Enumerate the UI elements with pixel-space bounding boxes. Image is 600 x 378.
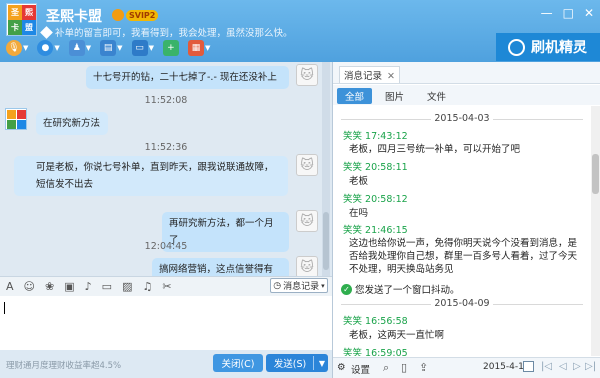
- chevron-down-icon: ▾: [321, 281, 325, 290]
- super-emoji-icon[interactable]: ❀: [45, 280, 54, 293]
- tab-message-record[interactable]: 消息记录 ✕: [339, 66, 400, 83]
- history-sender[interactable]: 笑笑 16:59:05: [343, 345, 408, 356]
- history-message: 在吗: [349, 208, 369, 219]
- calendar-icon[interactable]: [523, 361, 534, 372]
- folder-icon: ▤: [100, 40, 117, 56]
- filter-files[interactable]: 文件: [419, 88, 454, 104]
- message-input[interactable]: [0, 296, 332, 350]
- brand-logo-icon: [508, 38, 525, 56]
- monitor-icon: ▭: [131, 40, 148, 56]
- history-scrollbar[interactable]: [591, 106, 600, 356]
- group-avatar[interactable]: 圣 熙 卡 盟: [6, 3, 37, 36]
- brand-banner[interactable]: 刷机精灵: [496, 33, 600, 61]
- history-list: 2015-04-03 笑笑 17:43:12 老板，四月三号统一补单，可以开始了…: [333, 106, 591, 356]
- avatar[interactable]: 🐱: [296, 256, 318, 276]
- history-sender[interactable]: 笑笑 20:58:11: [343, 159, 408, 173]
- send-options-icon[interactable]: ▼: [319, 359, 325, 368]
- message-bubble[interactable]: 十七号开的钻，二十七掉了-.- 现在还没补上: [86, 66, 289, 89]
- history-message: 老板，这两天一直忙啊: [349, 330, 445, 341]
- history-sender[interactable]: 笑笑 17:43:12: [343, 128, 408, 142]
- next-page-icon[interactable]: ▷: [573, 361, 581, 372]
- remote-desktop-button[interactable]: ▭ ▼: [131, 40, 154, 56]
- history-system-notice: ✓ 您发送了一个窗口抖动。: [341, 282, 460, 296]
- history-date: 2015-04-09: [333, 298, 591, 309]
- history-sender[interactable]: 笑笑 21:46:15: [343, 222, 408, 236]
- avatar[interactable]: 🐱: [296, 210, 318, 232]
- microphone-icon: 🎙: [6, 40, 22, 56]
- history-footer: ⚙ 设置 ⌕ ▯ ⇪ 2015-4-15 |◁ ◁ ▷ ▷|: [333, 357, 600, 378]
- message-time: 11:52:08: [144, 95, 188, 106]
- delete-icon[interactable]: ▯: [401, 361, 407, 374]
- first-page-icon[interactable]: |◁: [541, 361, 552, 372]
- shake-icon[interactable]: ▣: [64, 280, 74, 293]
- close-icon[interactable]: ✕: [584, 6, 594, 20]
- chat-toolbar: 🎙 ▼ ● ▼ ♟ ▼ ▤ ▼ ▭ ▼ + ▦ ▼: [6, 40, 210, 56]
- clock-icon: ◷: [273, 280, 282, 291]
- apps-grid-icon: ▦: [187, 40, 204, 56]
- file-transfer-button[interactable]: ▤ ▼: [100, 40, 123, 56]
- ad-tip[interactable]: 理财通月度理财收益率超4.5%: [6, 359, 121, 371]
- message-bubble[interactable]: 在研究新方法: [36, 112, 108, 135]
- check-icon: ✓: [341, 283, 352, 295]
- crown-icon: [112, 9, 124, 21]
- message-record-button[interactable]: ◷ 消息记录 ▾: [270, 278, 328, 293]
- camera-icon: ●: [37, 40, 54, 56]
- invite-button[interactable]: +: [162, 40, 179, 56]
- prev-page-icon[interactable]: ◁: [559, 361, 567, 372]
- pencil-icon: [40, 25, 53, 39]
- video-call-button[interactable]: ● ▼: [37, 40, 60, 56]
- message-bubble[interactable]: 可是老板，你说七号补单，直到昨天，跟我说联通故障，短信发不出去: [14, 156, 288, 196]
- gif-icon[interactable]: ▭: [102, 280, 112, 293]
- last-page-icon[interactable]: ▷|: [585, 361, 596, 372]
- history-message: 老板，四月三号统一补单，可以开始了吧: [349, 144, 521, 155]
- export-icon[interactable]: ⇪: [419, 361, 428, 374]
- history-sender[interactable]: 笑笑 20:58:12: [343, 191, 408, 205]
- history-message: 这边也给你说一声，免得你明天说今个没看到消息，是否给我处理你自己想，群里一百多号…: [349, 238, 578, 275]
- window-title: 圣熙卡盟: [46, 9, 102, 25]
- text-caret: [4, 302, 5, 314]
- close-icon[interactable]: ✕: [387, 71, 395, 82]
- title-bar: 圣 熙 卡 盟 圣熙卡盟 SVIP2 补单的留言即可，我看得到，我会处理，虽然没…: [0, 0, 600, 62]
- screenshot-icon[interactable]: ✂: [162, 280, 171, 293]
- avatar[interactable]: 🐱: [296, 64, 318, 86]
- emoji-icon[interactable]: ☺: [24, 280, 35, 293]
- vip-badge[interactable]: SVIP2: [112, 9, 159, 21]
- font-icon[interactable]: A: [6, 280, 14, 293]
- minimize-icon[interactable]: —: [541, 6, 553, 20]
- close-button[interactable]: 关闭(C): [213, 354, 263, 372]
- settings-button[interactable]: 设置: [351, 362, 370, 376]
- scrollbar-thumb[interactable]: [323, 212, 329, 270]
- message-bubble[interactable]: 搞网络营销，这点信誉得有吧: [152, 258, 289, 276]
- apps-button[interactable]: ▦ ▼: [187, 40, 210, 56]
- message-time: 12:04:45: [144, 241, 188, 252]
- chat-scrollbar[interactable]: [322, 62, 330, 276]
- bottom-bar: 理财通月度理财收益率超4.5% 关闭(C) 发送(S) ▼: [0, 350, 332, 378]
- history-filters: 全部 图片 文件: [333, 85, 600, 105]
- music-icon[interactable]: ♫: [142, 280, 152, 293]
- avatar[interactable]: [5, 108, 27, 130]
- chat-messages: 十七号开的钻，二十七掉了-.- 现在还没补上 🐱 11:52:08 在研究新方法…: [0, 62, 332, 276]
- history-panel: 消息记录 ✕ 全部 图片 文件 2015-04-03 笑笑 17:43:12 老板…: [332, 62, 600, 378]
- filter-all[interactable]: 全部: [337, 88, 373, 104]
- history-message: 老板: [349, 176, 369, 187]
- group-icon: ♟: [68, 40, 85, 56]
- history-sender[interactable]: 笑笑 16:56:58: [343, 313, 408, 327]
- window-controls: — □ ✕: [541, 6, 594, 20]
- send-button[interactable]: 发送(S) ▼: [266, 354, 328, 372]
- history-date: 2015-04-03: [333, 113, 591, 124]
- maximize-icon[interactable]: □: [563, 6, 574, 20]
- voice-call-button[interactable]: 🎙 ▼: [6, 40, 28, 56]
- gear-icon[interactable]: ⚙: [337, 362, 346, 373]
- group-signature: 补单的留言即可，我看得到，我会处理，虽然没那么快。: [40, 25, 293, 39]
- voice-message-icon[interactable]: ♪: [85, 280, 92, 293]
- add-member-icon: +: [162, 40, 179, 56]
- group-members-button[interactable]: ♟ ▼: [68, 40, 91, 56]
- message-time: 11:52:36: [144, 142, 188, 153]
- filter-images[interactable]: 图片: [377, 88, 412, 104]
- avatar[interactable]: 🐱: [296, 154, 318, 176]
- history-header: 消息记录 ✕: [333, 62, 600, 84]
- scrollbar-thumb[interactable]: [592, 154, 599, 194]
- search-icon[interactable]: ⌕: [383, 361, 389, 375]
- image-icon[interactable]: ▨: [122, 280, 132, 293]
